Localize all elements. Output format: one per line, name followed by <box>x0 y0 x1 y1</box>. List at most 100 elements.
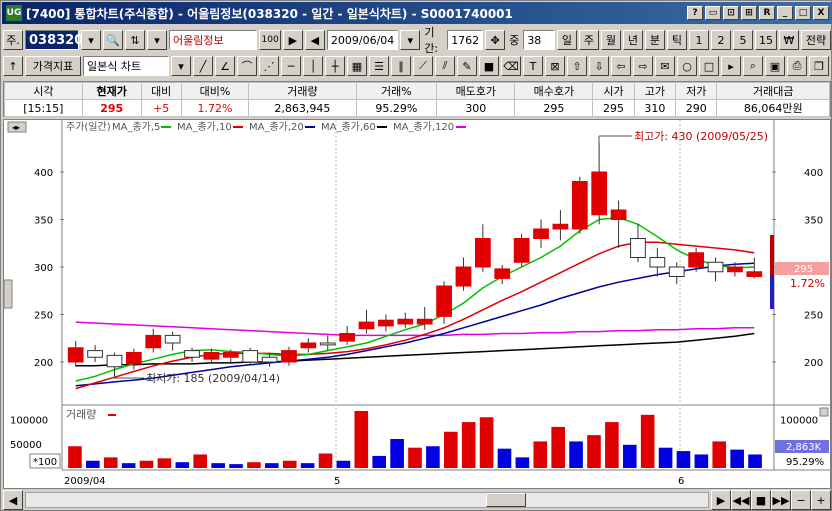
interval-2-button[interactable]: 2 <box>710 30 731 50</box>
interval-minute-button[interactable]: 분 <box>644 30 665 50</box>
minimize-button[interactable]: _ <box>777 6 793 20</box>
cross-line-icon[interactable]: ┼ <box>325 56 345 76</box>
next-icon[interactable]: ▶ <box>282 30 303 50</box>
cycle-icon[interactable]: ∥ <box>391 56 411 76</box>
chart-area[interactable]: ◂▸ 주가(일간) MA_종가,5 MA_종가,10 MA_종가,20 MA_종가,60… <box>3 119 831 489</box>
search-icon[interactable]: 🔍 <box>103 30 123 50</box>
scroll-track[interactable] <box>25 492 709 508</box>
interval-tick-button[interactable]: 틱 <box>666 30 687 50</box>
circle-icon[interactable]: ○ <box>677 56 697 76</box>
play-icon[interactable]: ▶▶ <box>771 490 791 510</box>
market-selector[interactable]: 주. <box>3 30 23 50</box>
legend-label: MA_종가,60 <box>321 121 376 133</box>
save-icon[interactable]: ▣ <box>765 56 785 76</box>
hline-icon[interactable]: ─ <box>281 56 301 76</box>
history-dropdown-icon[interactable]: ▾ <box>147 30 167 50</box>
volume-bar <box>443 431 458 468</box>
candle-body <box>552 223 569 230</box>
left-arrow-icon[interactable]: ⇦ <box>611 56 631 76</box>
close-button[interactable]: X <box>813 6 829 20</box>
stock-code-input[interactable]: 038320 <box>25 30 83 50</box>
candle-body <box>319 342 336 346</box>
left-panel-toggle[interactable] <box>3 279 13 309</box>
date-input[interactable]: 2009/06/04 <box>326 30 399 50</box>
fan-icon[interactable]: ⋰ <box>259 56 279 76</box>
copy-icon[interactable]: ❐ <box>809 56 829 76</box>
move-icon[interactable]: ✥ <box>485 30 506 50</box>
zoom-input[interactable]: 38 <box>523 30 555 50</box>
more-icon[interactable]: ▸ <box>721 56 741 76</box>
help-button[interactable]: ? <box>687 6 703 20</box>
trendline-icon[interactable]: ╱ <box>193 56 213 76</box>
grid-icon[interactable]: ▦ <box>347 56 367 76</box>
zoom-icon[interactable]: ⌕ <box>743 56 763 76</box>
stock-name-field[interactable]: 어울림정보 <box>169 30 258 50</box>
stop-icon[interactable]: ■ <box>751 490 771 510</box>
legend-label: MA_종가,5 <box>112 121 160 133</box>
up-arrow-icon[interactable]: ⇧ <box>567 56 587 76</box>
quote-amount: 86,064만원 <box>716 99 830 117</box>
volume-unit: *100 <box>33 457 57 468</box>
current-price-badge: 295 <box>794 264 813 275</box>
vline-icon[interactable]: │ <box>303 56 323 76</box>
ma-legend: 주가(일간) MA_종가,5 MA_종가,10 MA_종가,20 MA_종가,60 MA_… <box>66 121 466 133</box>
drawing-toolbar: ↑ 가격지표 일본식 차트 ▾ ╱ ∠ ⌒ ⋰ ─ │ ┼ ▦ ☰ ∥ ⟋ ⫽ … <box>3 55 831 77</box>
pencil-icon[interactable]: ✎ <box>457 56 477 76</box>
quote-volume-pct: 95.29% <box>355 99 438 117</box>
zoom-out-icon[interactable]: − <box>791 490 811 510</box>
eraser-icon[interactable]: ⌫ <box>501 56 521 76</box>
volume-pane-close-button[interactable] <box>819 407 829 417</box>
color-icon[interactable]: ■ <box>479 56 499 76</box>
delete-all-icon[interactable]: ⊠ <box>545 56 565 76</box>
arc-icon[interactable]: ⌒ <box>237 56 257 76</box>
quote-header: 대비% <box>180 82 250 100</box>
layout-button[interactable]: ⊞ <box>741 6 757 20</box>
fib-icon[interactable]: ☰ <box>369 56 389 76</box>
strategy-button[interactable]: 전략 <box>800 30 832 50</box>
interval-week-button[interactable]: 주 <box>578 30 599 50</box>
zoom-in-icon[interactable]: + <box>811 490 831 510</box>
chart-type-dropdown-icon[interactable]: ▾ <box>171 56 191 76</box>
interval-5-button[interactable]: 5 <box>732 30 753 50</box>
print-icon[interactable]: ⎙ <box>787 56 807 76</box>
channel-icon[interactable]: ⫽ <box>435 56 455 76</box>
maximize-button[interactable]: □ <box>795 6 811 20</box>
candle-body <box>727 266 743 273</box>
chart-type-select[interactable]: 일본식 차트 <box>83 56 169 76</box>
code-dropdown-icon[interactable]: ▾ <box>81 30 101 50</box>
price-tick-right: 400 <box>804 168 823 179</box>
scroll-left-icon[interactable]: ◀ <box>3 490 23 510</box>
legend-label: MA_종가,10 <box>177 121 232 133</box>
prev-icon[interactable]: ◀ <box>304 30 325 50</box>
rectangle-icon[interactable]: □ <box>699 56 719 76</box>
right-arrow-icon[interactable]: ⇨ <box>633 56 653 76</box>
text-icon[interactable]: T <box>523 56 543 76</box>
angle-line-icon[interactable]: ∠ <box>215 56 235 76</box>
interval-15-button[interactable]: 15 <box>754 30 777 50</box>
play-back-icon[interactable]: ◀◀ <box>731 490 751 510</box>
date-dropdown-icon[interactable]: ▾ <box>400 30 421 50</box>
quote-open: 295 <box>592 99 635 117</box>
link-button[interactable]: ⊡ <box>723 6 739 20</box>
sort-icon[interactable]: ⇅ <box>125 30 145 50</box>
interval-month-button[interactable]: 월 <box>600 30 621 50</box>
toggle-toolbar-icon[interactable]: ↑ <box>3 56 23 76</box>
candle-body <box>87 350 103 358</box>
float-button[interactable]: ▭ <box>705 6 721 20</box>
scroll-thumb[interactable] <box>486 493 526 507</box>
interval-1-button[interactable]: 1 <box>688 30 709 50</box>
period-input[interactable]: 1762 <box>447 30 484 50</box>
note-icon[interactable]: ✉ <box>655 56 675 76</box>
app-logo-icon: UG <box>6 5 22 21</box>
scroll-right-icon[interactable]: ▶ <box>711 490 731 510</box>
down-arrow-icon[interactable]: ⇩ <box>589 56 609 76</box>
price-chart[interactable]: ◂▸ 주가(일간) MA_종가,5 MA_종가,10 MA_종가,20 MA_종가,60… <box>3 120 830 488</box>
candle-body <box>378 319 394 327</box>
refresh-button[interactable]: R <box>759 6 775 20</box>
candle-body <box>281 350 297 363</box>
indicator-button[interactable]: 가격지표 <box>25 56 81 76</box>
regression-icon[interactable]: ⟋ <box>413 56 433 76</box>
currency-button[interactable]: ₩ <box>778 30 799 50</box>
interval-year-button[interactable]: 년 <box>622 30 643 50</box>
interval-day-button[interactable]: 일 <box>556 30 577 50</box>
